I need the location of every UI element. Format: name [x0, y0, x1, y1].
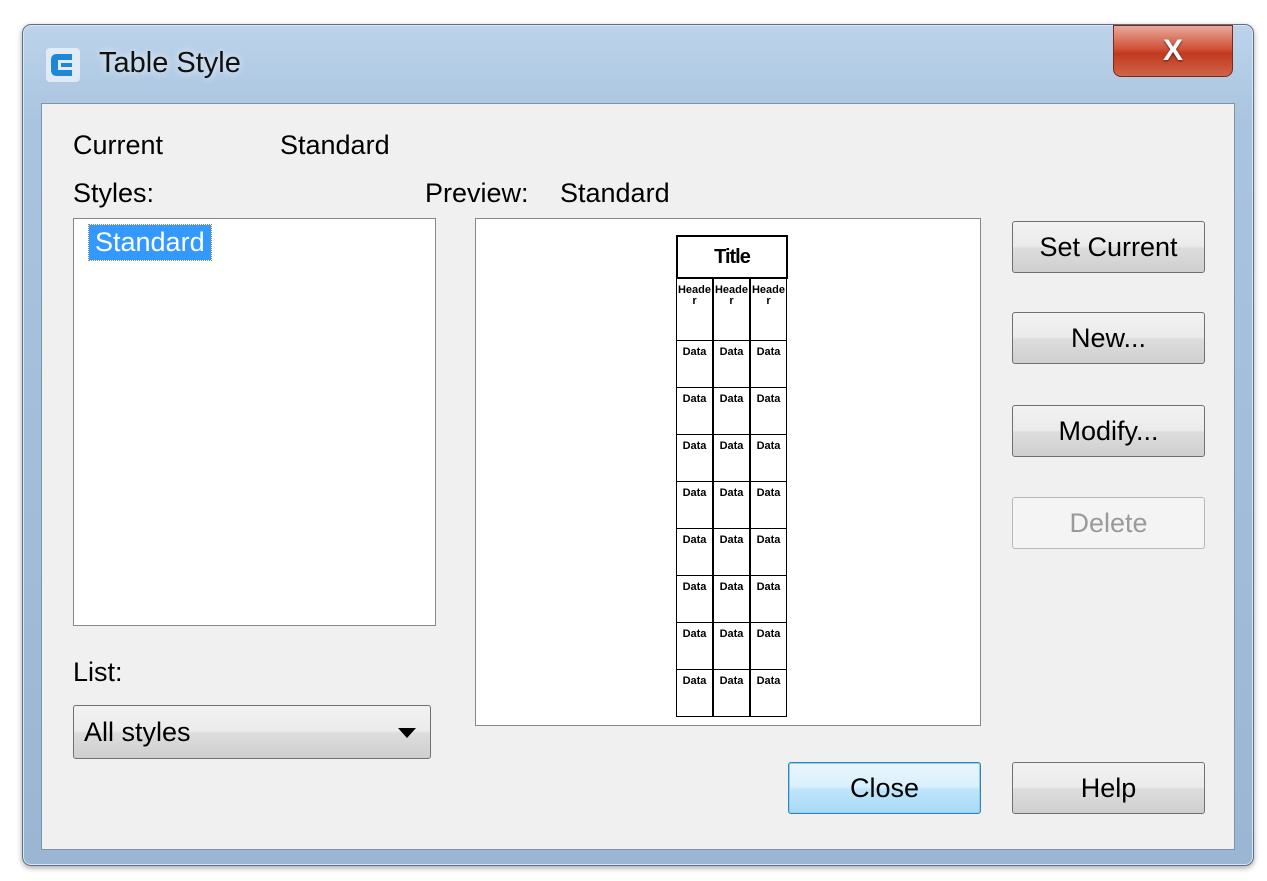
dropdown-arrow-icon — [398, 728, 416, 738]
preview-data-cell: Data — [750, 576, 787, 623]
help-button[interactable]: Help — [1012, 762, 1205, 814]
preview-data-cell: Data — [713, 576, 750, 623]
preview-data-cell: Data — [750, 435, 787, 482]
list-filter-dropdown[interactable]: All styles — [73, 705, 431, 759]
preview-header-cell: Header — [713, 279, 750, 341]
preview-data-cell: Data — [676, 576, 713, 623]
preview-data-cell: Data — [713, 341, 750, 388]
preview-data-cell: Data — [676, 482, 713, 529]
preview-data-row: Data Data Data — [676, 482, 788, 529]
modify-style-button[interactable]: Modify... — [1012, 405, 1205, 457]
preview-data-cell: Data — [750, 388, 787, 435]
preview-data-cell: Data — [676, 623, 713, 670]
preview-header-row: Header Header Header — [676, 279, 788, 341]
window-title: Table Style — [99, 47, 241, 79]
preview-data-cell: Data — [676, 388, 713, 435]
preview-data-row: Data Data Data — [676, 388, 788, 435]
preview-data-cell: Data — [713, 435, 750, 482]
preview-data-cell: Data — [676, 435, 713, 482]
close-window-button[interactable]: X — [1113, 25, 1233, 77]
dialog-body: Current Standard Styles: Preview: Standa… — [41, 103, 1235, 850]
preview-header-cell: Header — [676, 279, 713, 341]
new-style-button[interactable]: New... — [1012, 312, 1205, 364]
preview-data-cell: Data — [750, 482, 787, 529]
styles-listbox[interactable]: Standard — [73, 218, 436, 626]
preview-data-row: Data Data Data — [676, 341, 788, 388]
close-icon: X — [1162, 34, 1183, 67]
table-style-dialog: Table Style X Current Standard Styles: P… — [22, 24, 1254, 866]
preview-data-cell: Data — [676, 529, 713, 576]
title-bar[interactable]: Table Style X — [23, 25, 1253, 103]
preview-data-cell: Data — [713, 388, 750, 435]
preview-table-title: Title — [676, 235, 788, 279]
preview-style-name: Standard — [560, 178, 670, 208]
preview-data-cell: Data — [713, 670, 750, 717]
styles-label: Styles: — [73, 178, 155, 208]
preview-data-row: Data Data Data — [676, 435, 788, 482]
preview-data-cell: Data — [750, 623, 787, 670]
app-c-logo-icon — [46, 48, 80, 82]
preview-data-cell: Data — [676, 670, 713, 717]
list-filter-value: All styles — [84, 717, 191, 747]
preview-data-cell: Data — [713, 623, 750, 670]
preview-data-cell: Data — [750, 341, 787, 388]
preview-data-row: Data Data Data — [676, 670, 788, 717]
preview-panel: Title Header Header Header Data Data Dat… — [475, 218, 981, 726]
style-list-item-standard[interactable]: Standard — [88, 224, 212, 261]
preview-data-row: Data Data Data — [676, 576, 788, 623]
preview-table: Title Header Header Header Data Data Dat… — [676, 235, 788, 717]
current-label: Current — [73, 130, 164, 160]
preview-data-cell: Data — [676, 341, 713, 388]
preview-header-cell: Header — [750, 279, 787, 341]
preview-data-row: Data Data Data — [676, 623, 788, 670]
list-label: List: — [73, 657, 123, 687]
preview-data-cell: Data — [750, 670, 787, 717]
close-button[interactable]: Close — [788, 762, 981, 814]
delete-style-button[interactable]: Delete — [1012, 497, 1205, 549]
preview-data-row: Data Data Data — [676, 529, 788, 576]
preview-data-cell: Data — [750, 529, 787, 576]
set-current-button[interactable]: Set Current — [1012, 221, 1205, 273]
preview-data-cell: Data — [713, 529, 750, 576]
preview-label: Preview: — [425, 178, 529, 208]
current-style-value: Standard — [280, 130, 390, 160]
preview-data-cell: Data — [713, 482, 750, 529]
